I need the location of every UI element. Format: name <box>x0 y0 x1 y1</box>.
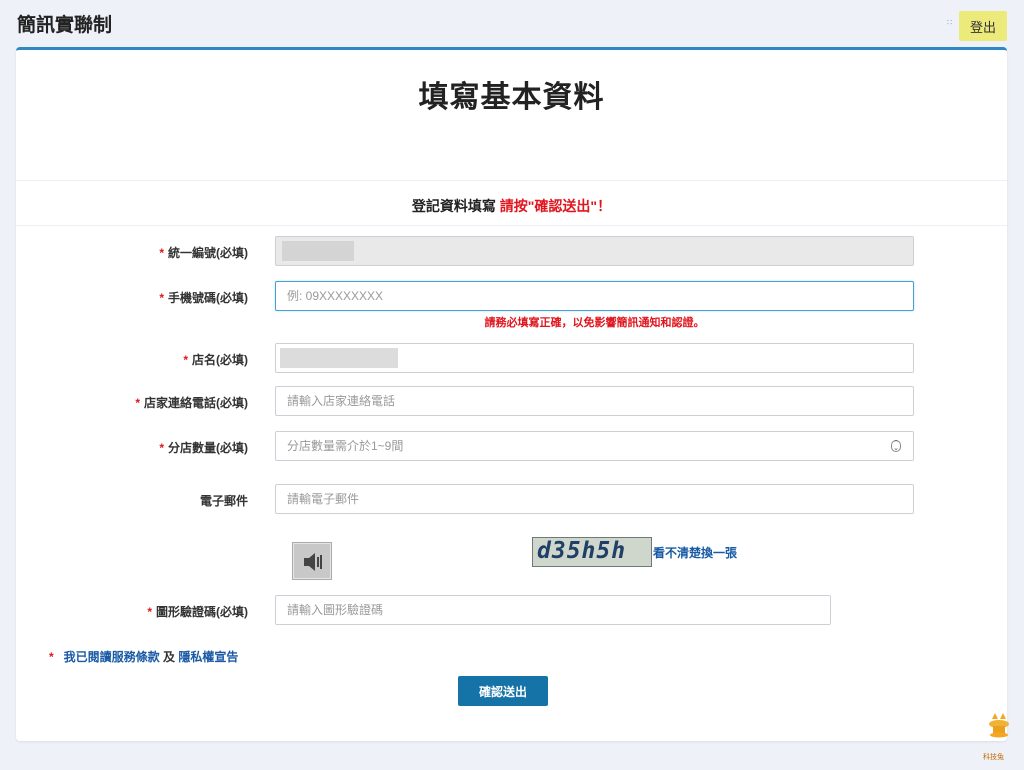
required-mark: * <box>147 605 152 619</box>
dots-icon[interactable]: ∷ <box>947 19 955 27</box>
captcha-audio-button[interactable] <box>292 542 332 580</box>
captcha-input-label: * 圖形驗證碼(必填) <box>147 605 248 619</box>
logout-button[interactable]: 登出 <box>959 11 1007 41</box>
top-bar: 簡訊實聯制 ∷ 登出 <box>0 0 1024 48</box>
captcha-text: d35h5h <box>537 538 627 564</box>
terms-agreement[interactable]: * 我已閱讀服務條款 及 隱私權宣告 <box>49 648 238 665</box>
mascot-icon[interactable] <box>986 712 1012 738</box>
mobile-label: * 手機號碼(必填) <box>159 291 248 305</box>
store-phone-label: * 店家連絡電話(必填) <box>135 396 248 410</box>
captcha-input[interactable] <box>275 595 831 625</box>
required-mark: * <box>183 353 188 367</box>
notice-text: 登記資料填寫 <box>411 198 500 214</box>
mobile-hint: 請務必填寫正確，以免影響簡訊通知和認證。 <box>484 317 705 329</box>
mascot-label: 科技兔 <box>983 754 1004 761</box>
captcha-refresh-link[interactable]: 看不清楚換一張 <box>653 544 737 561</box>
submit-button[interactable]: 確認送出 <box>458 676 548 706</box>
required-mark: * <box>49 650 54 664</box>
required-mark: * <box>159 246 164 260</box>
divider <box>16 180 1007 181</box>
email-input[interactable] <box>275 484 914 514</box>
branch-count-label: * 分店數量(必填) <box>159 441 248 455</box>
store-phone-input[interactable] <box>275 386 914 416</box>
tax-id-label: * 統一編號(必填) <box>159 246 248 260</box>
form-card: 填寫基本資料 登記資料填寫 請按"確認送出"！ * 統一編號(必填) * 手機號碼(… <box>16 47 1007 741</box>
captcha-image: d35h5h <box>532 537 652 567</box>
email-label: 電子郵件 <box>199 494 248 508</box>
branch-count-placeholder: 分店數量需介於1~9間 <box>287 439 404 453</box>
speaker-icon <box>304 553 322 571</box>
notice: 登記資料填寫 請按"確認送出"！ <box>16 196 1007 216</box>
privacy-link[interactable]: 隱私權宣告 <box>178 650 238 664</box>
redacted-value <box>282 241 354 261</box>
required-mark: * <box>135 396 140 410</box>
required-mark: * <box>159 441 164 455</box>
page-title: 填寫基本資料 <box>418 81 605 114</box>
terms-link[interactable]: 服務條款 <box>112 650 160 664</box>
spinner-icon[interactable]: ⌃ ⌄ <box>891 440 901 452</box>
required-mark: * <box>159 291 164 305</box>
redacted-value <box>280 348 398 368</box>
divider <box>16 225 1007 226</box>
app-title: 簡訊實聯制 <box>17 15 113 36</box>
branch-count-input[interactable]: 分店數量需介於1~9間 ⌃ ⌄ <box>275 431 914 461</box>
notice-highlight: 請按"確認送出"！ <box>499 198 612 214</box>
tax-id-field <box>275 236 914 266</box>
store-name-field[interactable] <box>275 343 914 373</box>
terms-prefix: 我已閱讀 <box>63 650 112 664</box>
mobile-input[interactable] <box>275 281 914 311</box>
terms-and: 及 <box>159 650 179 664</box>
store-name-label: * 店名(必填) <box>183 353 248 367</box>
